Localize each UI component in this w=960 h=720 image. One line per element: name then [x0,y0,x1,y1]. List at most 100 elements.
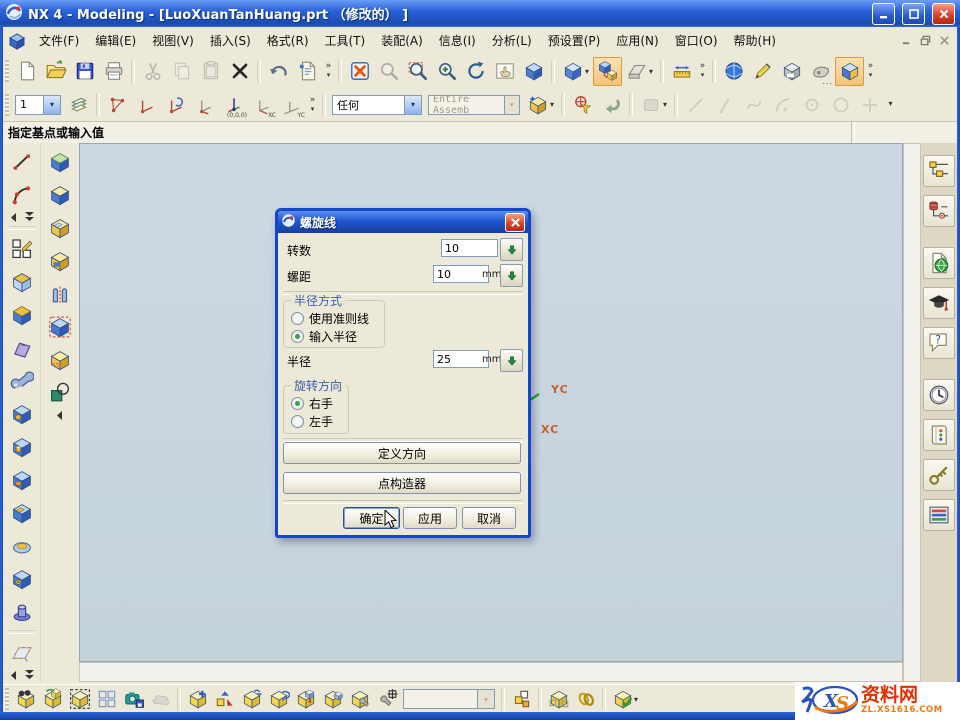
mate-component-button[interactable] [211,686,238,713]
boss-button[interactable] [6,431,37,462]
copy-button[interactable] [167,57,196,86]
curve-inferred-line-button[interactable] [710,90,739,119]
chevron-down-icon[interactable]: ▾ [404,96,421,114]
wireframe-pair-button[interactable] [593,57,622,86]
part-navigator-button[interactable] [923,195,955,227]
toolbar-overflow-button[interactable]: »▾ [306,96,319,114]
edit-component-button[interactable] [346,686,373,713]
chevron-down-icon[interactable]: ▾ [504,96,519,114]
menu-item-5[interactable]: 格式(R) [259,28,317,53]
chevron-down-icon[interactable]: ▾ [43,96,60,114]
customize-tools-button[interactable] [923,459,955,491]
maximize-button[interactable] [902,3,925,25]
unite-boolean-button[interactable] [44,377,75,408]
curve-line-button[interactable] [681,90,710,119]
hole-button[interactable] [6,398,37,429]
basic-arc-button[interactable] [6,179,37,210]
snap-xc-axis-button[interactable]: XC [248,90,277,119]
radio-icon[interactable] [291,312,304,325]
work-part-button[interactable] [523,90,552,119]
curve-circle-center-button[interactable] [797,90,826,119]
datum-plane-button[interactable] [6,637,37,668]
zoom-view-button[interactable] [374,57,403,86]
capture-component-image-button[interactable] [120,686,147,713]
rotate-view-button[interactable] [461,57,490,86]
point-constructor-button[interactable]: 点构造器 [283,472,521,494]
mating-check-button[interactable] [609,686,636,713]
scope-combo[interactable]: 任何▾ [332,95,422,115]
close-button[interactable] [932,3,955,25]
show-component-button[interactable] [66,686,93,713]
shaded-view-button[interactable] [558,57,587,86]
view-notes-button[interactable] [293,57,322,86]
layer-combo[interactable]: 1▾ [15,95,61,115]
cam-session-button[interactable]: ... [806,57,835,86]
open-component-button[interactable] [39,686,66,713]
move-component-button[interactable] [238,686,265,713]
menu-item-1[interactable]: 文件(F) [31,28,87,53]
trim-body-button[interactable] [6,299,37,330]
close-document-icon[interactable] [936,33,953,48]
selection-tool-button[interactable] [636,90,665,119]
pocket-feature-button[interactable] [44,245,75,276]
pad-feature-button[interactable] [44,212,75,243]
fit-view-button[interactable] [345,57,374,86]
linked-body-button[interactable] [545,686,572,713]
snap-point-button[interactable] [103,90,132,119]
datum-csys-button[interactable] [44,146,75,177]
menu-item-2[interactable]: 编辑(E) [87,28,144,53]
web-browser-button[interactable] [923,247,955,279]
menu-item-12[interactable]: 窗口(O) [667,28,726,53]
radio-icon[interactable] [291,397,304,410]
new-file-button[interactable] [12,57,41,86]
tube-button[interactable] [6,365,37,396]
rib-button[interactable] [44,278,75,309]
radio-icon[interactable] [291,415,304,428]
measure-distance-button[interactable] [667,57,696,86]
restore-document-icon[interactable] [917,33,934,48]
toolbar-gripper[interactable] [5,688,9,710]
toolbar-overflow-button[interactable]: »▾ [322,62,335,80]
apply-button[interactable]: 应用 [403,507,457,529]
sketch-button[interactable] [6,233,37,264]
turns-input[interactable] [441,239,498,257]
material-palette-button[interactable] [923,419,955,451]
hidden-components-button[interactable] [93,686,120,713]
assembly-navigator-button[interactable] [923,155,955,187]
find-component-button[interactable] [12,686,39,713]
selection-filter-button[interactable] [568,90,597,119]
pitch-input[interactable] [433,265,489,283]
edit-component-add-button[interactable] [373,686,400,713]
menu-item-8[interactable]: 信息(I) [431,28,484,53]
radio-use-spine-curve[interactable]: 使用准则线 [291,310,369,327]
radio-right-hand[interactable]: 右手 [291,395,333,412]
zoom-area-button[interactable] [403,57,432,86]
through-hole-button[interactable] [6,563,37,594]
component-cloud-button[interactable] [147,686,174,713]
basic-line-button[interactable] [6,146,37,177]
shell-button[interactable] [44,311,75,342]
pan-view-button[interactable] [490,57,519,86]
print-button[interactable] [99,57,128,86]
roadmap-button[interactable] [923,499,955,531]
toolbar-gripper[interactable] [5,94,9,116]
menu-item-9[interactable]: 分析(L) [484,28,540,53]
deformable-part-button[interactable] [508,686,535,713]
curve-arc-button[interactable] [768,90,797,119]
sweep-button[interactable] [6,332,37,363]
turns-spinner-button[interactable] [500,238,523,261]
radio-enter-radius[interactable]: 输入半径 [291,328,357,345]
chevron-down-icon[interactable]: ▾ [477,690,494,708]
radius-input[interactable] [433,350,489,368]
extrude-boss-button[interactable] [44,179,75,210]
bottom-combo[interactable]: ▾ [403,689,495,709]
dialog-title-bar[interactable]: 螺旋线 [278,211,528,233]
curve-circle-button[interactable] [826,90,855,119]
undo-button[interactable] [264,57,293,86]
toolbar-collapse-arrow[interactable] [56,409,63,422]
layer-visibility-button[interactable] [64,90,93,119]
extrude-button[interactable] [6,266,37,297]
curve-point-button[interactable] [855,90,884,119]
menu-item-11[interactable]: 应用(N) [608,28,666,53]
menu-item-10[interactable]: 预设置(P) [540,28,609,53]
